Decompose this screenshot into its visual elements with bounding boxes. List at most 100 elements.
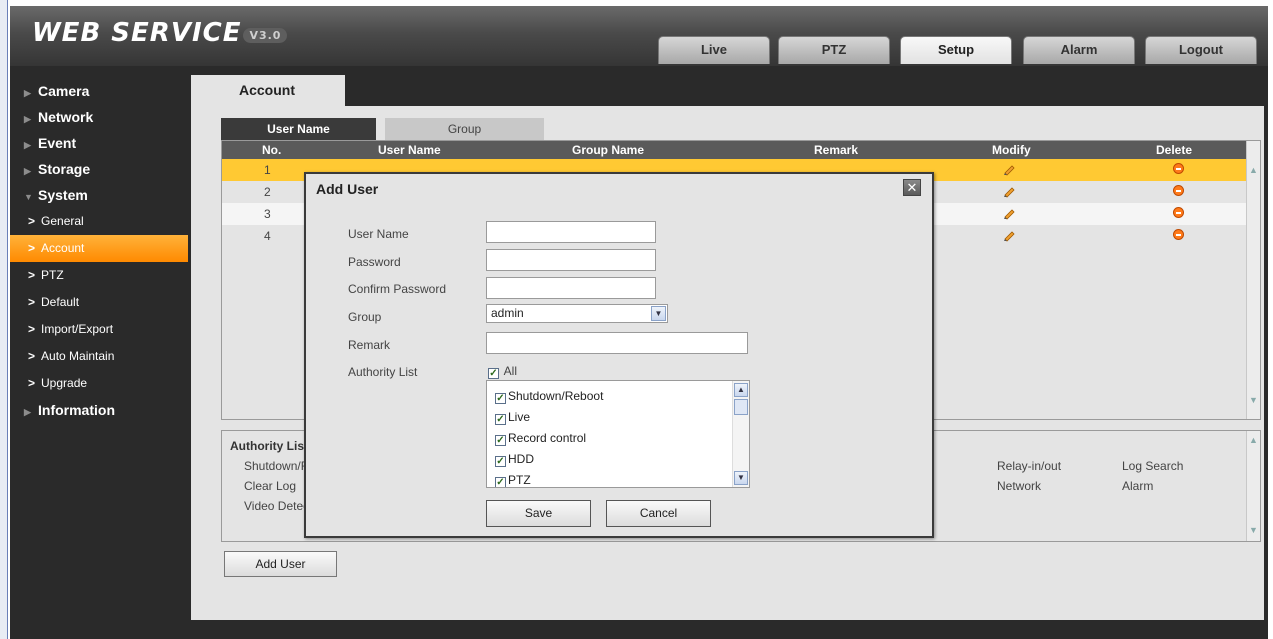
authority-item-label: Record control (508, 431, 587, 445)
authority-checkbox-live[interactable]: ✓ Live (495, 410, 530, 425)
sidebar-item-general[interactable]: > General (10, 208, 188, 235)
scroll-up-icon[interactable]: ▲ (1249, 435, 1258, 445)
authority-checkbox-hdd[interactable]: ✓ HDD (495, 452, 534, 467)
sidebar-category-information[interactable]: ▶ Information (10, 397, 188, 423)
sidebar-item-auto-maintain[interactable]: > Auto Maintain (10, 343, 188, 370)
authority-checkbox-shutdown-reboot[interactable]: ✓ Shutdown/Reboot (495, 389, 603, 404)
chevron-right-icon: > (28, 268, 36, 282)
authority-item-label: Shutdown/Reboot (508, 389, 604, 403)
sidebar-item-ptz[interactable]: > PTZ (10, 262, 188, 289)
app-root: WEB SERVICE V3.0 Live PTZ Setup Alarm Log… (0, 0, 1273, 639)
chevron-right-icon: > (28, 322, 36, 336)
tab-setup[interactable]: Setup (900, 36, 1012, 64)
authority-item: Shutdown/R (244, 459, 310, 473)
sidebar-category-event[interactable]: ▶ Event (10, 130, 188, 156)
close-icon[interactable]: ✕ (903, 179, 921, 196)
sidebar-item-default[interactable]: > Default (10, 289, 188, 316)
tab-ptz[interactable]: PTZ (778, 36, 890, 64)
authority-checkbox-ptz[interactable]: ✓ PTZ (495, 473, 531, 487)
sidebar-category-storage[interactable]: ▶ Storage (10, 156, 188, 182)
password-label: Password (348, 255, 401, 269)
group-select[interactable]: admin ▼ (486, 304, 668, 323)
sidebar-category-network[interactable]: ▶ Network (10, 104, 188, 130)
row-number: 1 (264, 163, 271, 177)
page-title-tab: Account (191, 75, 345, 106)
tab-logout[interactable]: Logout (1145, 36, 1257, 64)
edit-pencil-icon[interactable] (1002, 162, 1016, 176)
collapsed-arrow-icon: ▶ (24, 407, 31, 417)
sidebar-category-label: Event (38, 135, 77, 151)
sidebar-category-camera[interactable]: ▶ Camera (10, 78, 188, 104)
window-left-border (0, 0, 8, 639)
remark-input[interactable] (486, 332, 748, 354)
sidebar-category-label: Storage (38, 161, 91, 177)
column-header-group-name: Group Name (572, 143, 645, 157)
tab-live[interactable]: Live (658, 36, 770, 64)
authority-item-label: Live (508, 410, 531, 424)
footer-bar (191, 620, 1264, 639)
cancel-button[interactable]: Cancel (606, 500, 711, 527)
row-number: 4 (264, 229, 271, 243)
user-name-input[interactable] (486, 221, 656, 243)
edit-pencil-icon[interactable] (1002, 206, 1016, 220)
delete-icon[interactable] (1173, 229, 1184, 240)
authority-list-scrollbar[interactable]: ▲ ▼ (732, 381, 749, 487)
scroll-down-icon[interactable]: ▼ (734, 471, 748, 485)
sidebar-item-import-export[interactable]: > Import/Export (10, 316, 188, 343)
subtab-group[interactable]: Group (385, 118, 544, 140)
authority-list-label: Authority List (348, 365, 418, 379)
column-header-remark: Remark (814, 143, 859, 157)
checkbox-checked-icon: ✓ (488, 368, 499, 379)
delete-icon[interactable] (1173, 185, 1184, 196)
tab-alarm[interactable]: Alarm (1023, 36, 1135, 64)
checkbox-checked-icon: ✓ (495, 393, 506, 404)
confirm-password-input[interactable] (486, 277, 656, 299)
delete-icon[interactable] (1173, 207, 1184, 218)
subtab-label: Group (447, 122, 482, 136)
authority-checkbox-record-control[interactable]: ✓ Record control (495, 431, 586, 446)
chevron-down-icon[interactable]: ▼ (651, 306, 666, 321)
scroll-thumb[interactable] (734, 399, 748, 415)
sidebar-category-system[interactable]: ▼ System (10, 182, 188, 208)
column-header-no: No. (262, 143, 282, 157)
table-header: No. User Name Group Name Remark Modify D… (222, 141, 1246, 159)
sidebar-item-label: Auto Maintain (41, 349, 115, 363)
scroll-up-icon[interactable]: ▲ (734, 383, 748, 397)
tab-label: Live (700, 42, 727, 57)
group-select-value: admin (491, 306, 524, 320)
row-number: 3 (264, 207, 271, 221)
collapsed-arrow-icon: ▶ (24, 88, 31, 98)
group-label: Group (348, 310, 382, 324)
authority-item: Relay-in/out (997, 459, 1062, 473)
page-tab-strip (191, 78, 1264, 106)
sidebar-item-account[interactable]: > Account (10, 235, 188, 262)
password-input[interactable] (486, 249, 656, 271)
edit-pencil-icon[interactable] (1002, 184, 1016, 198)
save-button[interactable]: Save (486, 500, 591, 527)
sidebar-item-label: Upgrade (41, 376, 88, 390)
all-checkbox[interactable]: ✓ All (488, 364, 517, 379)
scroll-up-icon[interactable]: ▲ (1249, 165, 1258, 175)
collapsed-arrow-icon: ▶ (24, 114, 31, 124)
sidebar-item-label: Import/Export (41, 322, 114, 336)
scroll-down-icon[interactable]: ▼ (1249, 395, 1258, 405)
checkbox-checked-icon: ✓ (495, 435, 506, 446)
table-scrollbar[interactable]: ▲ ▼ (1246, 141, 1260, 419)
authority-panel-scrollbar[interactable]: ▲ ▼ (1246, 431, 1260, 541)
sidebar: ▶ Camera ▶ Network ▶ Event ▶ Storage ▼ System… (10, 78, 188, 423)
header-bar: WEB SERVICE V3.0 Live PTZ Setup Alarm Log… (10, 6, 1268, 66)
add-user-button[interactable]: Add User (224, 551, 337, 577)
scroll-down-icon[interactable]: ▼ (1249, 525, 1258, 535)
authority-item: Clear Log (244, 479, 297, 493)
logo-text: WEB SERVICE (32, 18, 242, 48)
sidebar-item-upgrade[interactable]: > Upgrade (10, 370, 188, 397)
sidebar-category-label: Information (38, 402, 115, 418)
chevron-right-icon: > (28, 376, 36, 390)
sidebar-category-label: System (38, 187, 88, 203)
delete-icon[interactable] (1173, 163, 1184, 174)
authority-item: Network (997, 479, 1042, 493)
authority-item-label: HDD (508, 452, 534, 466)
edit-pencil-icon[interactable] (1002, 228, 1016, 242)
subtab-user-name[interactable]: User Name (221, 118, 376, 140)
sidebar-item-label: PTZ (41, 268, 64, 282)
